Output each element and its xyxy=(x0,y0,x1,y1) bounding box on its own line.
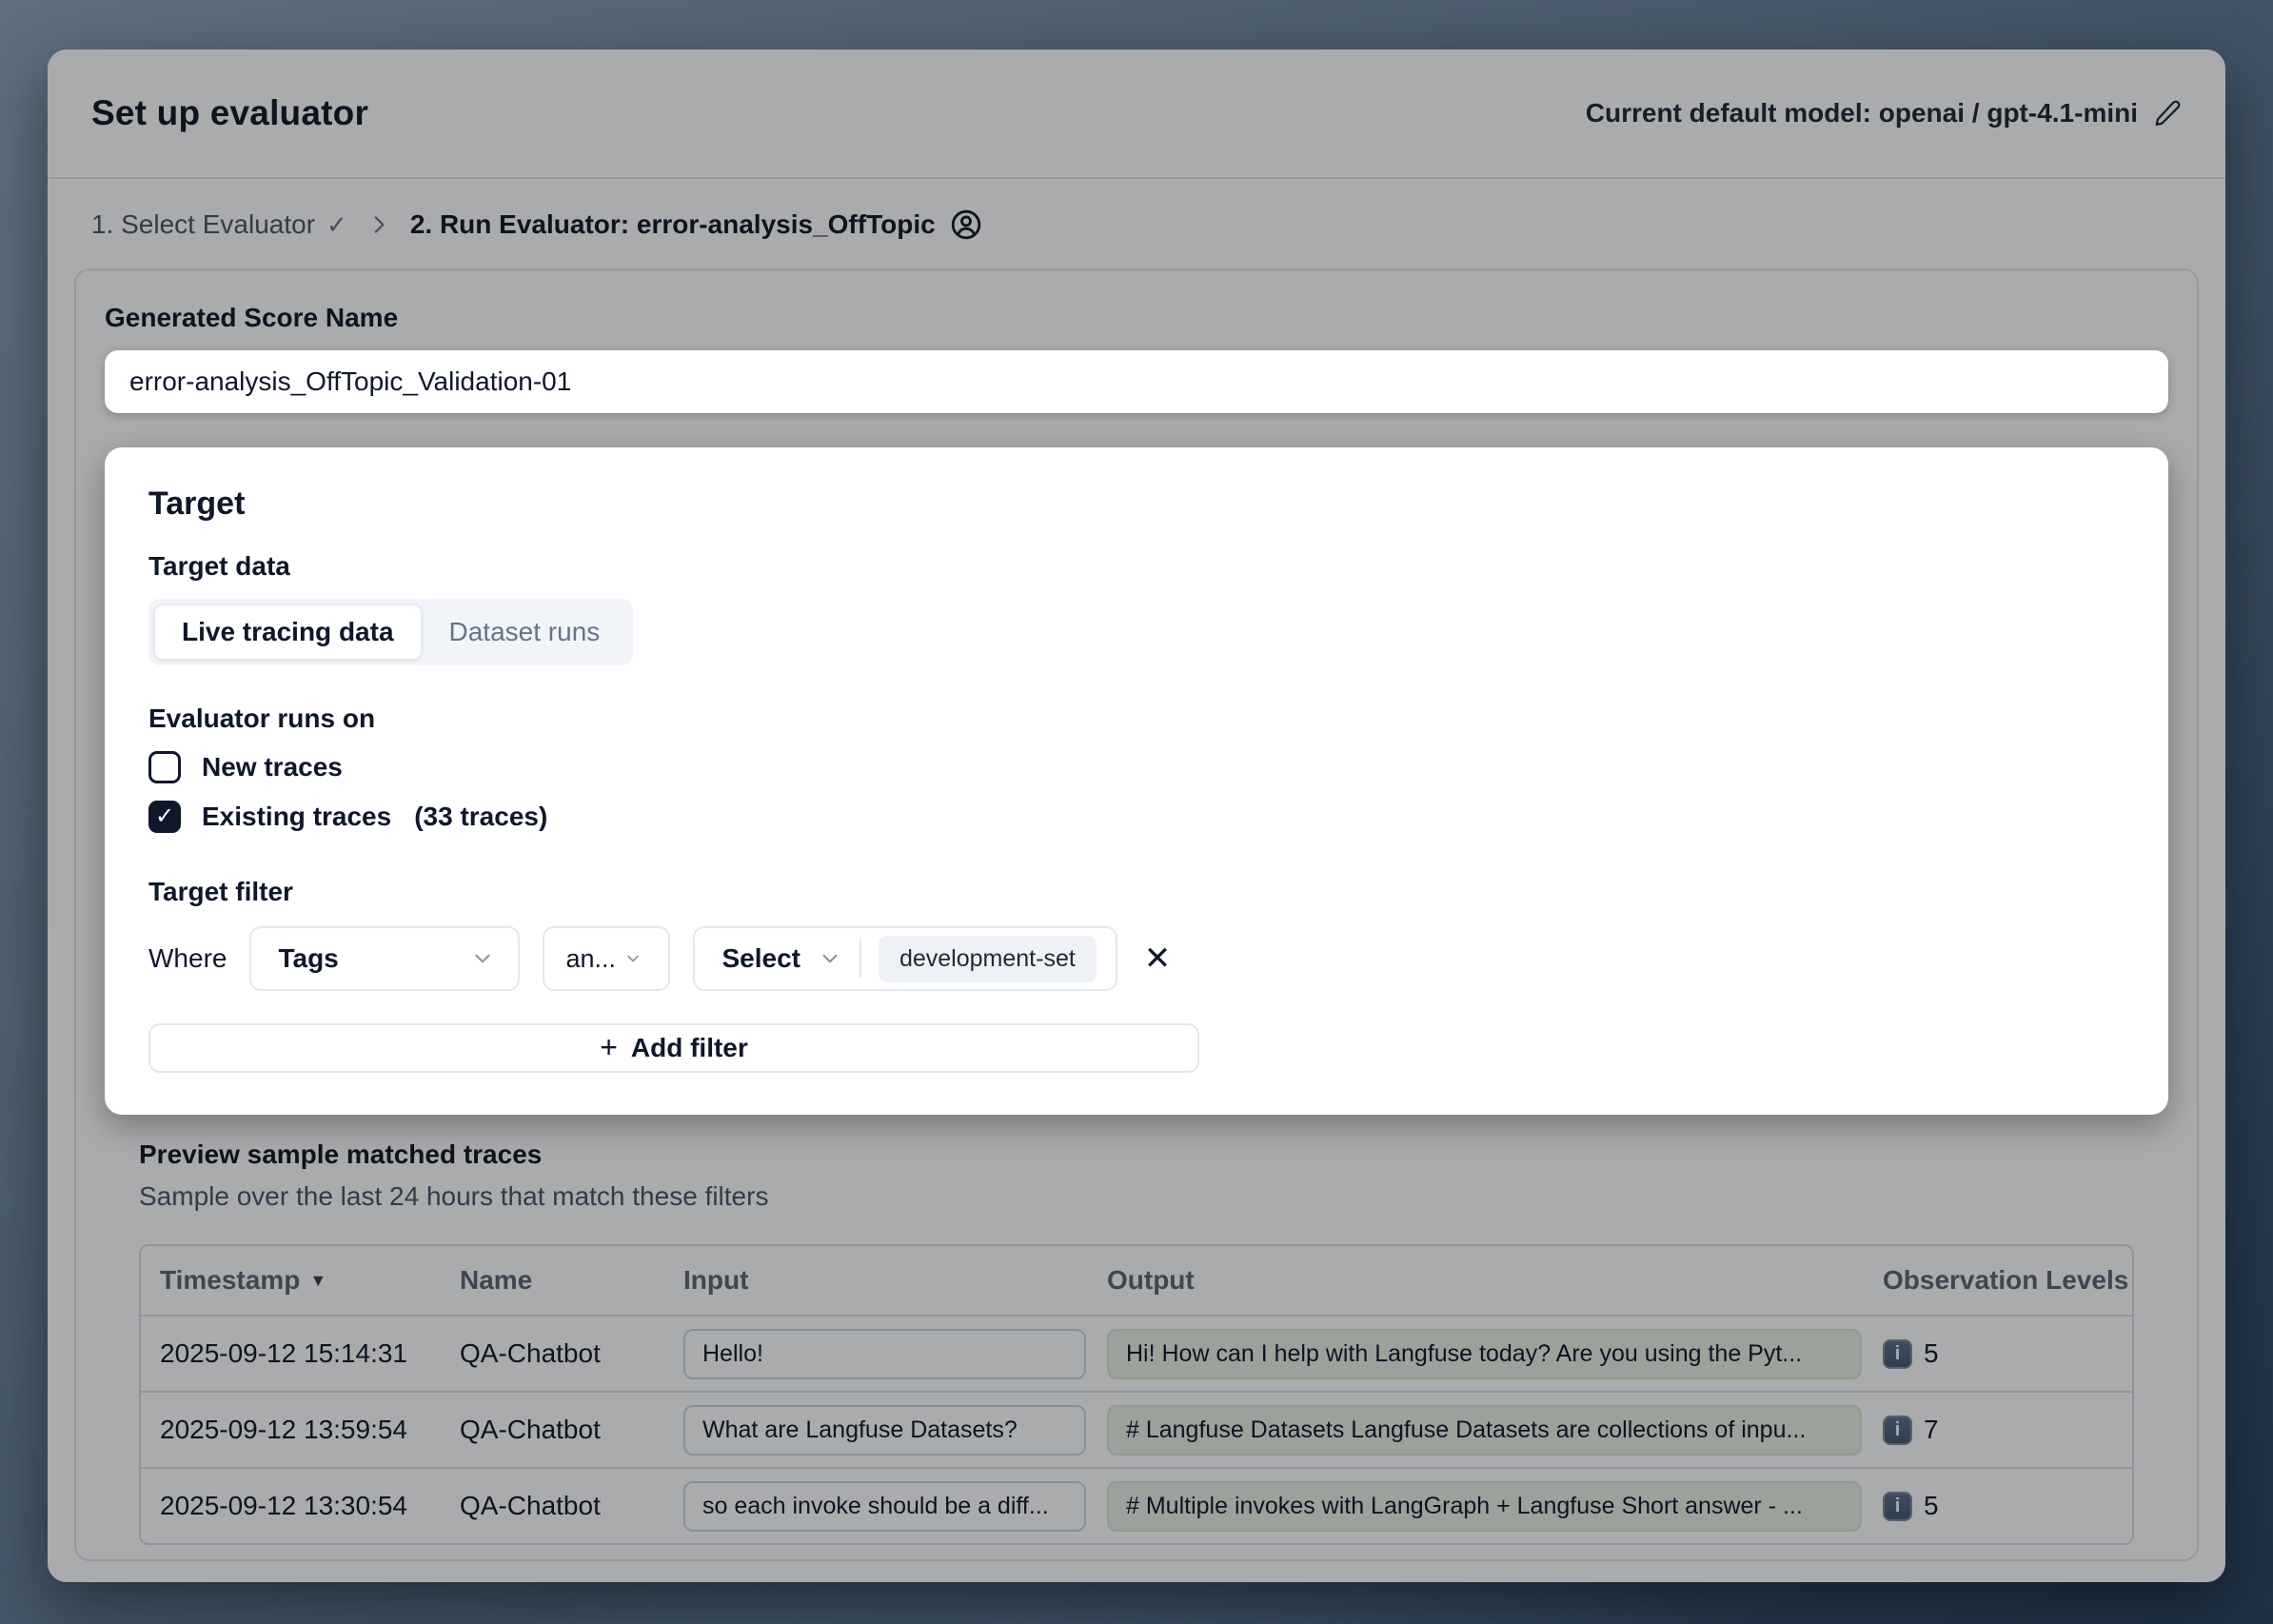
default-model-label: Current default model: openai / gpt-4.1-… xyxy=(1586,98,2138,129)
filter-where-label: Where xyxy=(148,943,227,974)
filter-value-select[interactable]: Select development-set xyxy=(693,926,1117,991)
checkbox-existing-traces-label: Existing traces xyxy=(202,802,391,832)
cell-timestamp: 2025-09-12 13:30:54 xyxy=(141,1491,460,1521)
table-header-row: Timestamp ▼ Name Input Output Observatio… xyxy=(141,1246,2132,1315)
observation-count: 7 xyxy=(1924,1415,1939,1445)
evaluator-runs-on-label: Evaluator runs on xyxy=(148,703,2125,734)
default-model-info: Current default model: openai / gpt-4.1-… xyxy=(1586,98,2182,129)
tab-dataset-runs[interactable]: Dataset runs xyxy=(422,604,628,660)
close-icon: ✕ xyxy=(1144,941,1172,977)
table-row[interactable]: 2025-09-12 15:14:31 QA-Chatbot Hello! Hi… xyxy=(141,1315,2132,1391)
column-header-output: Output xyxy=(1107,1265,1883,1296)
output-pill: # Multiple invokes with LangGraph + Lang… xyxy=(1107,1481,1862,1532)
cell-name: QA-Chatbot xyxy=(460,1338,683,1369)
modal-header: Set up evaluator Current default model: … xyxy=(48,50,2225,179)
target-card: Target Target data Live tracing data Dat… xyxy=(105,447,2168,1115)
info-icon: i xyxy=(1883,1339,1912,1369)
score-name-input[interactable] xyxy=(105,350,2168,413)
tab-live-tracing-data[interactable]: Live tracing data xyxy=(154,604,422,660)
cell-observation-levels: i 5 xyxy=(1883,1491,2132,1521)
add-filter-label: Add filter xyxy=(631,1033,748,1063)
breadcrumb-step-select-evaluator[interactable]: 1. Select Evaluator ✓ xyxy=(91,209,347,240)
column-header-input: Input xyxy=(683,1265,1107,1296)
target-title: Target xyxy=(148,485,2125,523)
add-filter-button[interactable]: + Add filter xyxy=(148,1023,1199,1073)
preview-title: Preview sample matched traces xyxy=(139,1139,2134,1170)
target-filter-label: Target filter xyxy=(148,877,2125,907)
column-header-timestamp[interactable]: Timestamp ▼ xyxy=(141,1265,460,1296)
checkbox-row-new-traces[interactable]: New traces xyxy=(148,751,2125,783)
checkbox-existing-traces[interactable]: ✓ xyxy=(148,801,181,833)
cell-name: QA-Chatbot xyxy=(460,1415,683,1445)
filter-value-placeholder: Select xyxy=(721,943,800,974)
user-circle-icon[interactable] xyxy=(949,208,983,242)
filter-value-chip: development-set xyxy=(879,936,1097,982)
target-data-label: Target data xyxy=(148,551,2125,582)
target-data-toggle: Live tracing data Dataset runs xyxy=(148,599,633,665)
preview-section: Preview sample matched traces Sample ove… xyxy=(139,1139,2134,1212)
breadcrumb: 1. Select Evaluator ✓ 2. Run Evaluator: … xyxy=(48,179,2225,255)
breadcrumb-step1-label: 1. Select Evaluator xyxy=(91,209,315,240)
check-icon: ✓ xyxy=(155,805,174,828)
cell-observation-levels: i 7 xyxy=(1883,1415,2132,1445)
remove-filter-button[interactable]: ✕ xyxy=(1144,942,1172,975)
divider xyxy=(860,940,861,978)
checkbox-new-traces-label: New traces xyxy=(202,752,343,782)
checkbox-new-traces[interactable] xyxy=(148,751,181,783)
observation-count: 5 xyxy=(1924,1338,1939,1369)
existing-traces-count: (33 traces) xyxy=(414,802,547,832)
info-icon: i xyxy=(1883,1492,1912,1521)
matched-traces-table: Timestamp ▼ Name Input Output Observatio… xyxy=(139,1244,2134,1545)
score-name-label: Generated Score Name xyxy=(105,303,2168,333)
input-pill: Hello! xyxy=(683,1329,1086,1379)
checkbox-row-existing-traces[interactable]: ✓ Existing traces (33 traces) xyxy=(148,801,2125,833)
cell-timestamp: 2025-09-12 13:59:54 xyxy=(141,1415,460,1445)
input-pill: What are Langfuse Datasets? xyxy=(683,1405,1086,1456)
cell-name: QA-Chatbot xyxy=(460,1491,683,1521)
run-evaluator-panel: Generated Score Name Target Target data … xyxy=(74,268,2199,1561)
preview-subtitle: Sample over the last 24 hours that match… xyxy=(139,1181,2134,1212)
cell-timestamp: 2025-09-12 15:14:31 xyxy=(141,1338,460,1369)
table-row[interactable]: 2025-09-12 13:59:54 QA-Chatbot What are … xyxy=(141,1391,2132,1467)
filter-column-select[interactable]: Tags xyxy=(249,926,520,991)
table-row[interactable]: 2025-09-12 13:30:54 QA-Chatbot so each i… xyxy=(141,1467,2132,1543)
filter-row: Where Tags an... Select development-set xyxy=(148,926,2125,991)
sort-desc-icon: ▼ xyxy=(309,1271,326,1291)
output-pill: Hi! How can I help with Langfuse today? … xyxy=(1107,1329,1862,1379)
breadcrumb-step-run-evaluator: 2. Run Evaluator: error-analysis_OffTopi… xyxy=(410,208,983,242)
input-pill: so each invoke should be a diff... xyxy=(683,1481,1086,1532)
breadcrumb-step2-label: 2. Run Evaluator: error-analysis_OffTopi… xyxy=(410,209,936,240)
filter-column-value: Tags xyxy=(278,943,338,974)
page-title: Set up evaluator xyxy=(91,93,368,133)
chevron-down-icon xyxy=(818,946,842,971)
filter-operator-value: an... xyxy=(565,944,616,974)
check-icon: ✓ xyxy=(326,210,347,240)
edit-pencil-icon[interactable] xyxy=(2153,99,2182,128)
column-header-observation-levels: Observation Levels xyxy=(1883,1265,2132,1296)
output-pill: # Langfuse Datasets Langfuse Datasets ar… xyxy=(1107,1405,1862,1456)
plus-icon: + xyxy=(600,1032,618,1062)
observation-count: 5 xyxy=(1924,1491,1939,1521)
column-header-name: Name xyxy=(460,1265,683,1296)
filter-operator-select[interactable]: an... xyxy=(543,926,670,991)
app-background: Set up evaluator Current default model: … xyxy=(0,0,2273,1624)
chevron-right-icon xyxy=(366,212,391,237)
cell-observation-levels: i 5 xyxy=(1883,1338,2132,1369)
setup-evaluator-modal: Set up evaluator Current default model: … xyxy=(48,50,2225,1582)
chevron-down-icon xyxy=(470,946,495,971)
chevron-down-icon xyxy=(623,949,642,968)
info-icon: i xyxy=(1883,1416,1912,1445)
